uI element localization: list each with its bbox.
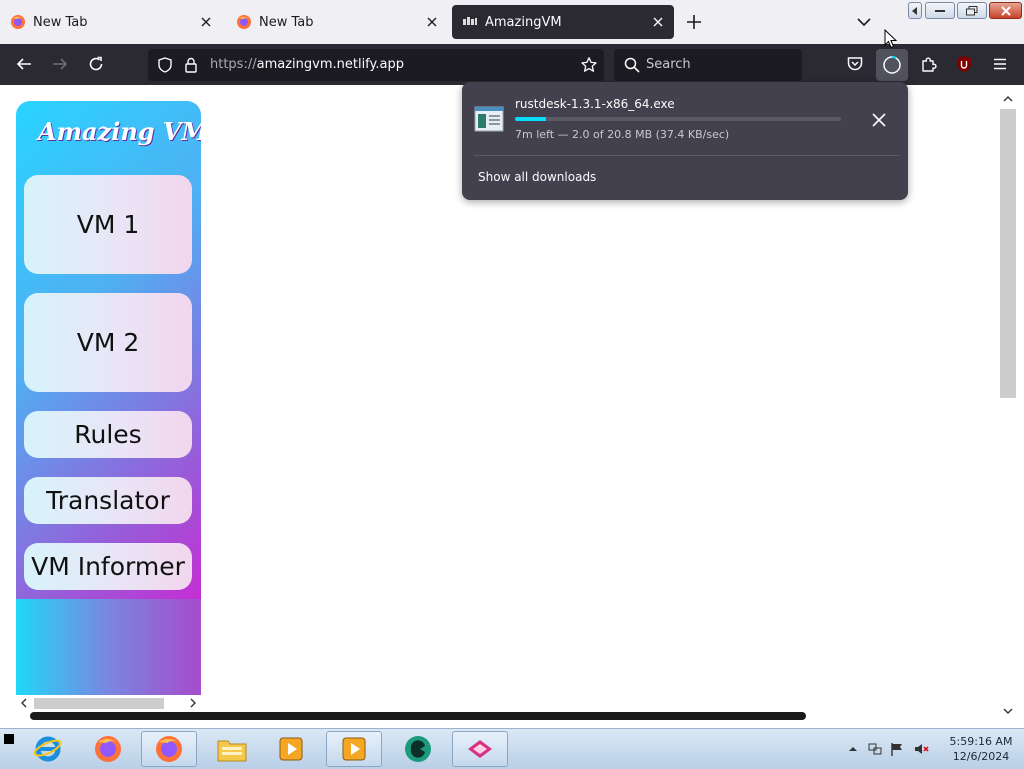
url-host: amazingvm.netlify.app (256, 57, 404, 72)
restore-window-button[interactable] (957, 2, 987, 19)
scroll-down-arrow-icon[interactable] (1002, 705, 1014, 717)
downloads-panel: rustdesk-1.3.1-x86_64.exe 7m left — 2.0 … (462, 82, 908, 200)
taskbar-media-player[interactable] (263, 731, 319, 767)
navigation-toolbar: https://amazingvm.netlify.app Search 2 (0, 44, 1024, 105)
taskbar-media-player-2[interactable] (326, 731, 382, 767)
media-player-icon (342, 737, 366, 761)
tab-new-tab-2[interactable]: New Tab (226, 5, 448, 39)
search-icon (624, 57, 640, 73)
tab-strip: New Tab New Tab AmazingVM (0, 0, 1024, 44)
forward-arrow-icon[interactable] (51, 55, 69, 73)
new-tab-plus-icon[interactable] (684, 12, 704, 32)
extensions-puzzle-icon[interactable] (920, 55, 938, 73)
internet-explorer-icon (33, 736, 62, 762)
downloads-button[interactable] (876, 49, 908, 81)
vm-informer-button[interactable]: VM Informer (24, 543, 192, 590)
download-progress-icon (883, 56, 901, 74)
firefox-icon (95, 736, 121, 762)
executable-file-icon (474, 106, 504, 132)
horizontal-scrollbar[interactable] (16, 695, 201, 712)
media-player-icon (279, 737, 303, 761)
tab-title: New Tab (259, 14, 314, 30)
sidebar-lower-panel (16, 599, 201, 695)
minimize-window-button[interactable] (925, 2, 955, 19)
volume-muted-icon[interactable] (913, 741, 929, 757)
system-tray (843, 739, 938, 759)
firefox-icon (156, 736, 182, 762)
green-app-icon (405, 736, 431, 762)
vertical-scroll-thumb[interactable] (1000, 109, 1016, 398)
taskbar-firefox-active[interactable] (141, 731, 197, 767)
tab-new-tab-1[interactable]: New Tab (0, 5, 222, 39)
site-favicon-icon (463, 17, 477, 25)
vertical-scrollbar[interactable] (998, 93, 1018, 721)
taskbar-green-app[interactable] (390, 731, 446, 767)
download-progress-bar (515, 117, 841, 121)
site-logo: Amazing VM (38, 117, 201, 146)
download-status: 7m left — 2.0 of 20.8 MB (37.4 KB/sec) (515, 128, 730, 141)
clock-time: 5:59:16 AM (949, 735, 1013, 748)
page-bottom-bar (30, 712, 806, 720)
mouse-pointer-icon (884, 29, 898, 49)
show-all-downloads-button[interactable]: Show all downloads (478, 170, 596, 184)
minimize-icon (935, 9, 945, 12)
clock-date: 12/6/2024 (952, 750, 1010, 763)
hamburger-menu-icon[interactable] (991, 55, 1009, 73)
action-center-flag-icon[interactable] (889, 741, 905, 757)
system-clock[interactable]: 5:59:16 AM 12/6/2024 (944, 734, 1018, 764)
close-icon[interactable] (424, 14, 440, 30)
chevron-down-icon[interactable] (855, 13, 873, 31)
start-button[interactable] (4, 734, 14, 744)
url-bar[interactable]: https://amazingvm.netlify.app (148, 49, 604, 81)
ublock-shield-icon[interactable] (955, 55, 973, 73)
rules-button[interactable]: Rules (24, 411, 192, 458)
scroll-right-arrow-icon[interactable] (188, 698, 198, 708)
vm1-button[interactable]: VM 1 (24, 175, 192, 274)
vm2-button[interactable]: VM 2 (24, 293, 192, 392)
firefox-icon (11, 15, 25, 29)
tab-title: AmazingVM (485, 14, 562, 30)
download-progress-fill (515, 117, 547, 121)
scroll-up-arrow-icon[interactable] (1002, 93, 1014, 105)
close-icon[interactable] (650, 14, 666, 30)
close-icon (1000, 5, 1011, 16)
download-filename[interactable]: rustdesk-1.3.1-x86_64.exe (515, 97, 675, 111)
close-window-button[interactable] (989, 2, 1022, 19)
scroll-left-arrow-icon[interactable] (19, 698, 29, 708)
search-placeholder: Search (646, 57, 691, 72)
taskbar-internet-explorer[interactable] (20, 731, 76, 767)
cancel-download-close-icon[interactable] (870, 111, 888, 129)
pink-app-icon (468, 740, 492, 758)
url-text[interactable]: https://amazingvm.netlify.app (210, 57, 404, 72)
horizontal-scroll-thumb[interactable] (34, 698, 164, 709)
show-hidden-icons-caret-icon[interactable] (845, 741, 861, 757)
file-explorer-folder-icon (217, 740, 247, 762)
restore-icon (966, 5, 978, 15)
lock-icon[interactable] (182, 56, 200, 74)
firefox-icon (237, 15, 251, 29)
reload-icon[interactable] (87, 55, 105, 73)
window-scroll-left-button[interactable] (908, 2, 922, 19)
taskbar-firefox[interactable] (80, 731, 136, 767)
tracking-shield-icon[interactable] (156, 56, 174, 74)
tab-amazingvm[interactable]: AmazingVM (452, 5, 674, 39)
back-arrow-icon[interactable] (15, 55, 33, 73)
taskbar-pink-app[interactable] (452, 731, 508, 767)
network-icon[interactable] (867, 741, 883, 757)
url-scheme: https:// (210, 57, 257, 72)
close-icon[interactable] (198, 14, 214, 30)
bookmark-star-icon[interactable] (580, 56, 598, 74)
pocket-icon[interactable] (846, 55, 864, 73)
search-bar[interactable]: Search (614, 49, 802, 81)
windows-taskbar: 5:59:16 AM 12/6/2024 (0, 728, 1024, 769)
caret-left-icon (912, 6, 917, 15)
divider (474, 155, 900, 156)
tab-title: New Tab (33, 14, 88, 30)
translator-button[interactable]: Translator (24, 477, 192, 524)
taskbar-file-explorer[interactable] (204, 731, 260, 767)
